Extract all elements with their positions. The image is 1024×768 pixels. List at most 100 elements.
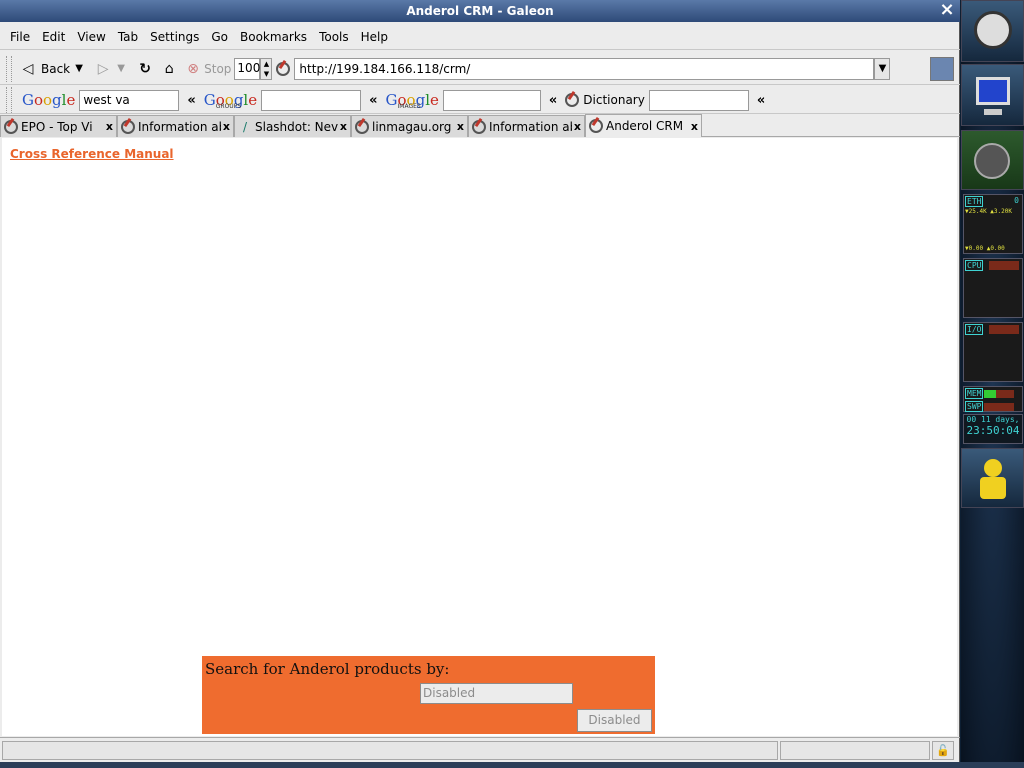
toolbar-handle[interactable] xyxy=(6,87,12,113)
close-icon[interactable]: x xyxy=(338,120,347,133)
back-label: Back xyxy=(41,61,71,76)
swp-bar xyxy=(984,402,1015,411)
menu-tab[interactable]: Tab xyxy=(112,25,144,49)
close-icon[interactable]: × xyxy=(938,1,956,20)
stop-button[interactable]: ⊗ Stop xyxy=(181,56,234,82)
close-icon[interactable]: x xyxy=(572,120,581,133)
site-icon xyxy=(4,119,18,134)
menu-bookmarks[interactable]: Bookmarks xyxy=(234,25,313,49)
product-search-input[interactable]: Disabled xyxy=(420,683,573,704)
status-bar: 🔓 xyxy=(0,737,960,762)
galeon-launcher-icon[interactable] xyxy=(961,130,1024,190)
cross-reference-link[interactable]: Cross Reference Manual xyxy=(10,147,174,161)
back-button[interactable]: ◁ Back ▼ xyxy=(16,56,91,82)
tab-anderol-crm[interactable]: Anderol CRM x xyxy=(585,114,702,137)
google-images-go[interactable]: « xyxy=(549,93,557,108)
lock-icon: 🔓 xyxy=(932,740,954,760)
forward-arrow-icon: ▷ xyxy=(97,60,109,77)
chevron-down-icon[interactable]: ▼ xyxy=(70,60,88,78)
clock-time: 23:50:04 xyxy=(966,424,1020,437)
help-assistant-icon[interactable] xyxy=(961,448,1024,508)
uptime-days: 00 11 days, xyxy=(966,415,1020,424)
stop-label: Stop xyxy=(204,61,232,76)
cpu-monitor: CPU xyxy=(963,258,1023,318)
menu-tools[interactable]: Tools xyxy=(313,25,355,49)
reload-icon: ↻ xyxy=(139,60,151,77)
url-dropdown-icon[interactable]: ▼ xyxy=(874,57,891,80)
toolbar-handle[interactable] xyxy=(6,55,12,82)
window-title: Anderol CRM - Galeon xyxy=(406,4,554,18)
tab-label: Anderol CRM xyxy=(606,119,684,133)
groups-sublabel: GROUPS xyxy=(215,103,242,110)
cpu-label: CPU xyxy=(965,260,984,271)
zoom-stepper[interactable]: ▲ ▼ xyxy=(260,57,273,80)
browser-window: Anderol CRM - Galeon × File Edit View Ta… xyxy=(0,0,960,762)
images-sublabel: IMAGES xyxy=(397,103,421,110)
dictionary-go[interactable]: « xyxy=(757,93,765,108)
tab-information-2[interactable]: Information ab x xyxy=(468,115,585,137)
google-search-go[interactable]: « xyxy=(187,93,195,108)
tab-label: Information ab xyxy=(489,119,572,134)
tab-bar: EPO - Top Vi x Information ab x / Slashd… xyxy=(0,114,960,137)
slashdot-icon: / xyxy=(242,119,248,134)
eth-label: ETH xyxy=(965,196,984,207)
url-field[interactable]: http://199.184.166.118/crm/ xyxy=(294,57,875,80)
dock-logo-icon[interactable] xyxy=(961,0,1024,62)
page-content: Cross Reference Manual Search for Andero… xyxy=(2,138,957,736)
menu-view[interactable]: View xyxy=(71,25,111,49)
navigation-toolbar: ◁ Back ▼ ▷ ▼ ↻ ⌂ ⊗ Stop 100 ▲ ▼ http://19… xyxy=(0,53,960,85)
eth-download-total: 0.00 xyxy=(968,245,984,252)
menu-bar: File Edit View Tab Settings Go Bookmarks… xyxy=(0,24,960,50)
home-button[interactable]: ⌂ xyxy=(157,56,181,82)
monitor-icon[interactable] xyxy=(961,64,1024,126)
menu-file[interactable]: File xyxy=(4,25,36,49)
stop-icon: ⊗ xyxy=(187,60,199,77)
menu-go[interactable]: Go xyxy=(205,25,234,49)
tab-information-1[interactable]: Information ab x xyxy=(117,115,234,137)
google-groups-go[interactable]: « xyxy=(369,93,377,108)
site-icon xyxy=(589,119,603,133)
chevron-down-icon[interactable]: ▼ xyxy=(112,60,130,78)
eth-download-rate: 25.4K xyxy=(968,208,987,215)
google-images-logo: Google IMAGES xyxy=(385,91,439,110)
menu-edit[interactable]: Edit xyxy=(36,25,71,49)
menu-settings[interactable]: Settings xyxy=(144,25,205,49)
close-icon[interactable]: x xyxy=(104,120,113,133)
eth-id: 0 xyxy=(1014,196,1019,205)
tab-slashdot[interactable]: / Slashdot: Nev x xyxy=(234,115,351,137)
close-icon[interactable]: x xyxy=(221,120,230,133)
dictionary-icon xyxy=(565,93,580,107)
close-icon[interactable]: x xyxy=(689,120,698,133)
progress-panel xyxy=(780,740,930,760)
google-groups-input[interactable] xyxy=(261,89,362,111)
status-message xyxy=(2,740,778,760)
google-logo: Google xyxy=(22,91,76,109)
close-icon[interactable]: x xyxy=(455,120,464,133)
tab-label: Slashdot: Nev xyxy=(255,119,338,134)
zoom-input[interactable]: 100 xyxy=(234,57,261,80)
bottom-panel xyxy=(0,762,1024,768)
product-search-panel: Search for Anderol products by: Disabled… xyxy=(202,656,655,734)
memory-monitor: MEM SWP xyxy=(963,386,1023,412)
search-toolbar: Google west va « Google GROUPS « Google IM… xyxy=(0,87,960,114)
tab-label: EPO - Top Vi xyxy=(21,119,93,134)
home-icon: ⌂ xyxy=(164,60,174,77)
network-monitor: ETH 0 ▼25.4K ▲3.20K ▼0.00 ▲0.00 xyxy=(963,194,1023,254)
forward-button[interactable]: ▷ ▼ xyxy=(91,56,133,82)
swp-label: SWP xyxy=(965,401,984,412)
google-images-input[interactable] xyxy=(442,89,541,111)
reload-button[interactable]: ↻ xyxy=(133,56,157,82)
io-bar xyxy=(989,325,1020,334)
tab-epo[interactable]: EPO - Top Vi x xyxy=(0,115,117,137)
galeon-throbber-icon[interactable] xyxy=(930,57,954,81)
menu-help[interactable]: Help xyxy=(355,25,394,49)
mem-label: MEM xyxy=(965,388,984,399)
mem-bar xyxy=(984,389,1015,398)
uptime-clock: 00 11 days, 23:50:04 xyxy=(963,414,1023,444)
tab-linmagau[interactable]: linmagau.org : x xyxy=(351,115,468,137)
eth-upload-rate: 3.20K xyxy=(993,208,1012,215)
back-arrow-icon: ◁ xyxy=(22,60,34,77)
google-search-input[interactable]: west va xyxy=(79,89,180,111)
dictionary-input[interactable] xyxy=(648,89,749,111)
product-search-button[interactable]: Disabled xyxy=(577,709,652,732)
